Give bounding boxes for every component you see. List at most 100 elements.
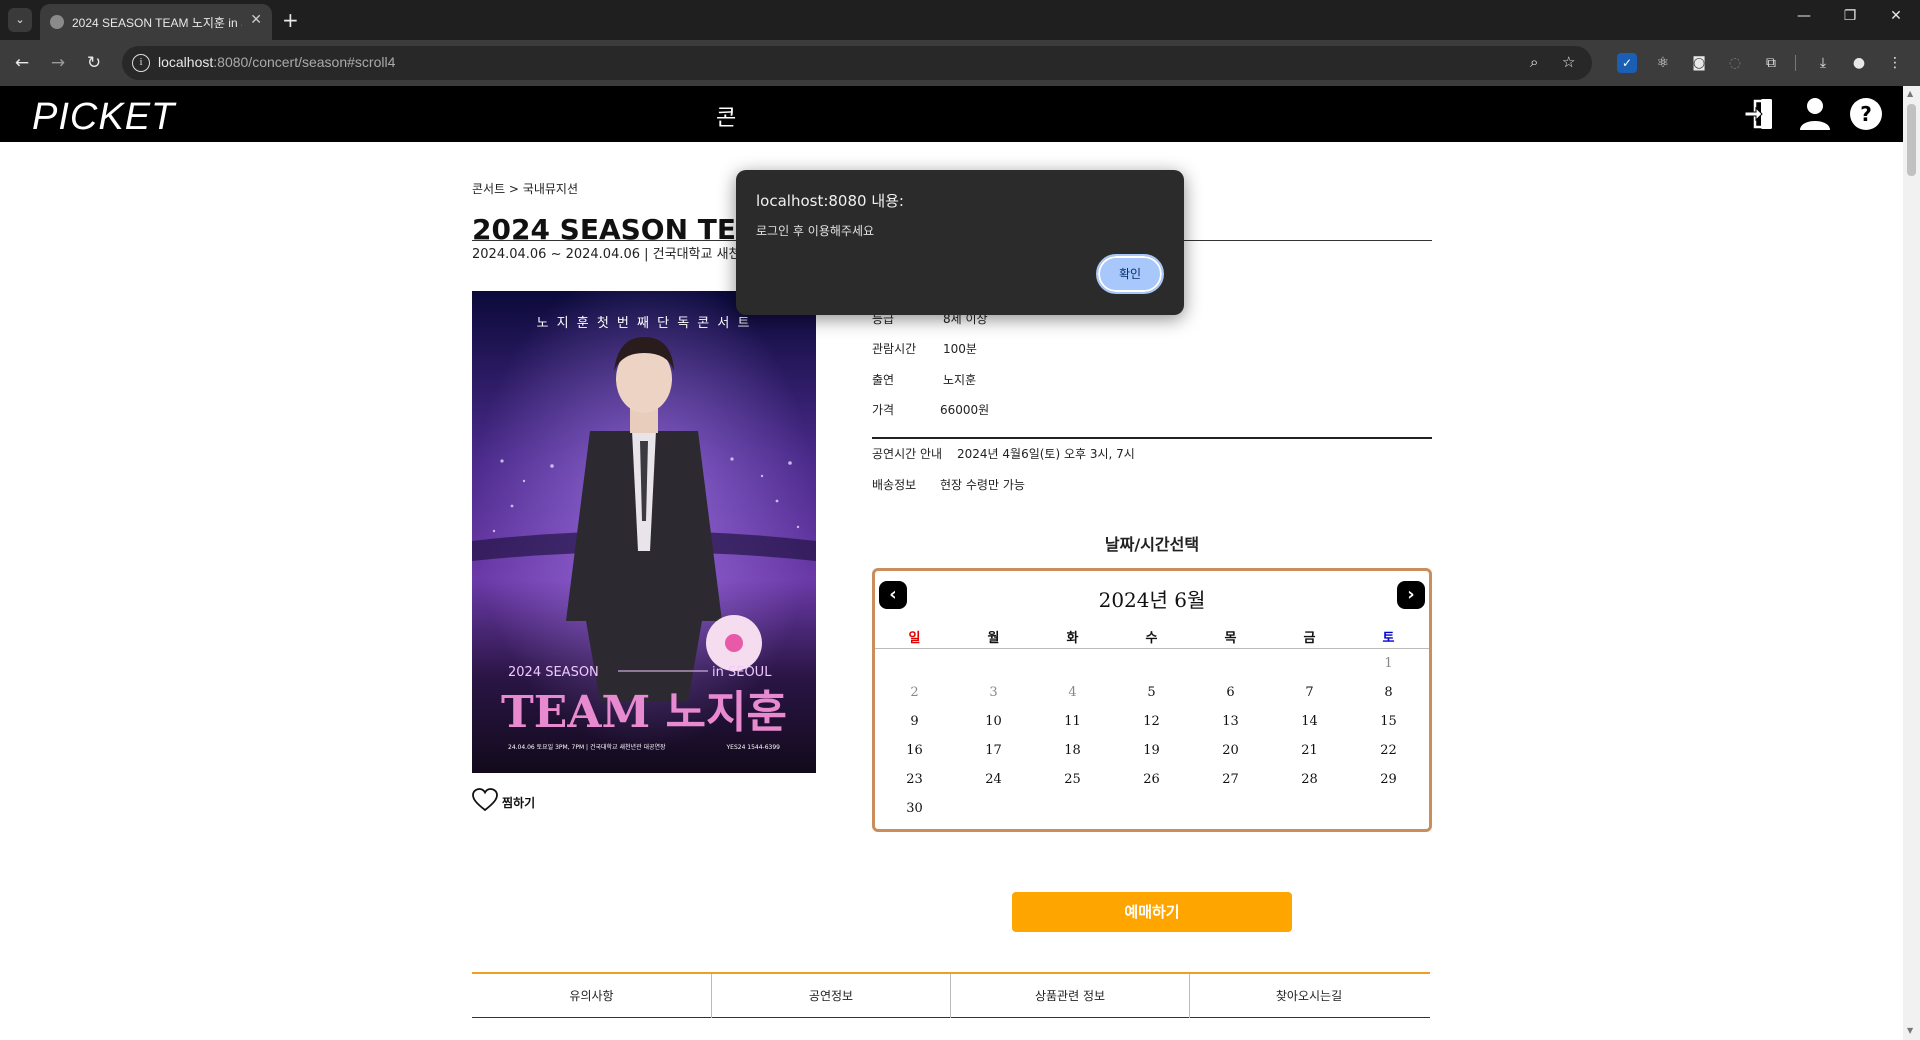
url-text: localhost:8080/concert/season#scroll4	[158, 54, 395, 70]
close-window-icon[interactable]: ✕	[1876, 8, 1916, 24]
extensions-puzzle-icon[interactable]: ⧉	[1761, 53, 1781, 73]
help-icon[interactable]: ?	[1848, 96, 1884, 132]
calendar-day[interactable]: 14	[1270, 714, 1349, 729]
poster-season-text: 2024 SEASON	[508, 665, 599, 680]
calendar-day[interactable]: 15	[1349, 714, 1428, 729]
weekday-tue: 화	[1066, 631, 1079, 646]
calendar-day-disabled: 2	[910, 685, 919, 700]
login-icon[interactable]	[1742, 96, 1778, 132]
calendar-day[interactable]: 11	[1033, 714, 1112, 729]
scroll-up-icon[interactable]: ▲	[1907, 89, 1913, 98]
runtime-value: 100분	[943, 342, 977, 356]
alert-ok-button[interactable]: 확인	[1096, 254, 1164, 294]
calendar-day[interactable]: 5	[1112, 685, 1191, 700]
browser-tab-strip: ⌄ 2024 SEASON TEAM 노지훈 in SEOUL ✕ + — ❐ …	[0, 0, 1920, 40]
calendar-day[interactable]: 8	[1349, 685, 1428, 700]
camera-icon[interactable]: ◙	[1689, 53, 1709, 73]
weekday-mon: 월	[987, 631, 1000, 646]
tab-performance-info[interactable]: 공연정보	[711, 974, 950, 1018]
delivery-label: 배송정보	[872, 478, 917, 492]
calendar-day[interactable]: 30	[875, 801, 954, 816]
forward-icon[interactable]: →	[46, 51, 70, 75]
page-scrollbar[interactable]: ▲ ▼	[1903, 86, 1920, 1040]
tab-product-info[interactable]: 상품관련 정보	[950, 974, 1189, 1018]
calendar-day[interactable]: 10	[954, 714, 1033, 729]
calendar-day[interactable]: 21	[1270, 743, 1349, 758]
date-calendar: ‹ 2024년 6월 › 일 월 화 수 목 금 토 1 2 3 4 5 6 7…	[872, 568, 1432, 832]
browser-toolbar: ← → ↻ i localhost:8080/concert/season#sc…	[0, 40, 1920, 86]
browser-tab-active[interactable]: 2024 SEASON TEAM 노지훈 in SEOUL ✕	[40, 4, 272, 40]
back-icon[interactable]: ←	[10, 51, 34, 75]
react-devtools-icon[interactable]: ⚛	[1653, 53, 1673, 73]
download-icon[interactable]: ⤓	[1813, 53, 1833, 73]
calendar-day[interactable]: 20	[1191, 743, 1270, 758]
reload-icon[interactable]: ↻	[82, 51, 106, 75]
alert-message: 로그인 후 이용해주세요	[756, 224, 875, 238]
calendar-day[interactable]: 13	[1191, 714, 1270, 729]
cast-value: 노지훈	[943, 373, 977, 387]
calendar-day[interactable]: 28	[1270, 772, 1349, 787]
heart-icon	[472, 788, 498, 812]
minimize-icon[interactable]: —	[1784, 8, 1824, 24]
calendar-day[interactable]: 17	[954, 743, 1033, 758]
calendar-day[interactable]: 18	[1033, 743, 1112, 758]
price-value: 66000원	[940, 403, 990, 417]
restore-icon[interactable]: ❐	[1830, 8, 1870, 24]
close-tab-icon[interactable]: ✕	[250, 12, 262, 28]
runtime-label: 관람시간	[872, 342, 917, 356]
header-nav-concert[interactable]: 콘	[716, 100, 736, 132]
zoom-icon[interactable]: ⌕	[1530, 53, 1538, 71]
bookmark-star-icon[interactable]: ☆	[1562, 53, 1575, 71]
like-label: 찜하기	[502, 796, 536, 810]
calendar-day[interactable]: 19	[1112, 743, 1191, 758]
site-info-icon[interactable]: i	[132, 54, 150, 72]
calendar-heading: 날짜/시간선택	[1104, 535, 1200, 554]
showtime-label: 공연시간 안내	[872, 447, 943, 461]
book-button[interactable]: 예매하기	[1012, 892, 1292, 932]
next-month-button[interactable]: ›	[1397, 581, 1425, 609]
new-tab-icon[interactable]: +	[282, 8, 299, 32]
calendar-day[interactable]: 27	[1191, 772, 1270, 787]
svg-text:?: ?	[1860, 102, 1872, 126]
weekday-thu: 목	[1224, 631, 1237, 646]
menu-kebab-icon[interactable]: ⋮	[1885, 53, 1905, 73]
calendar-day-disabled: 3	[989, 685, 998, 700]
poster-title: TEAM 노지훈	[501, 687, 787, 738]
scroll-down-icon[interactable]: ▼	[1907, 1026, 1913, 1035]
tab-directions[interactable]: 찾아오시는길	[1189, 974, 1428, 1018]
alert-dialog: localhost:8080 내용: 로그인 후 이용해주세요 확인	[736, 170, 1184, 315]
address-bar[interactable]: i localhost:8080/concert/season#scroll4 …	[122, 46, 1592, 80]
poster-city-text: in SEOUL	[712, 665, 772, 680]
weekday-sat: 토	[1382, 631, 1395, 646]
calendar-day[interactable]: 12	[1112, 714, 1191, 729]
calendar-day-disabled: 4	[1068, 685, 1077, 700]
cast-label: 출연	[872, 373, 895, 387]
calendar-day[interactable]: 6	[1191, 685, 1270, 700]
poster-top-text: 노 지 훈 첫 번 째 단 독 콘 서 트	[537, 316, 752, 331]
profile-icon[interactable]: ●	[1849, 53, 1869, 73]
showtime-value: 2024년 4월6일(토) 오후 3시, 7시	[957, 447, 1135, 461]
breadcrumb: 콘서트 > 국내뮤지션	[472, 182, 579, 196]
poster-footer: 24.04.06 토요일 3PM, 7PM | 건국대학교 새천년관 대공연장	[508, 743, 666, 751]
calendar-day[interactable]: 29	[1349, 772, 1428, 787]
calendar-day[interactable]: 16	[875, 743, 954, 758]
site-logo[interactable]: PICKET	[32, 96, 175, 139]
loading-icon[interactable]: ◌	[1725, 53, 1745, 73]
tab-search-icon[interactable]: ⌄	[8, 8, 32, 32]
url-host: localhost	[158, 54, 214, 70]
calendar-day[interactable]: 24	[954, 772, 1033, 787]
calendar-day[interactable]: 9	[875, 714, 954, 729]
password-manager-icon[interactable]: ✓	[1617, 53, 1637, 73]
calendar-day[interactable]: 22	[1349, 743, 1428, 758]
calendar-day[interactable]: 7	[1270, 685, 1349, 700]
user-icon[interactable]	[1797, 96, 1833, 132]
toolbar-divider	[1795, 55, 1796, 71]
info-tabs: 유의사항 공연정보 상품관련 정보 찾아오시는길	[472, 972, 1430, 1018]
tab-notice[interactable]: 유의사항	[472, 974, 711, 1018]
url-path: :8080/concert/season#scroll4	[213, 54, 396, 70]
site-header: PICKET 콘 ?	[0, 86, 1903, 142]
calendar-day[interactable]: 25	[1033, 772, 1112, 787]
calendar-day[interactable]: 26	[1112, 772, 1191, 787]
calendar-day[interactable]: 23	[875, 772, 954, 787]
scrollbar-thumb[interactable]	[1907, 104, 1916, 176]
